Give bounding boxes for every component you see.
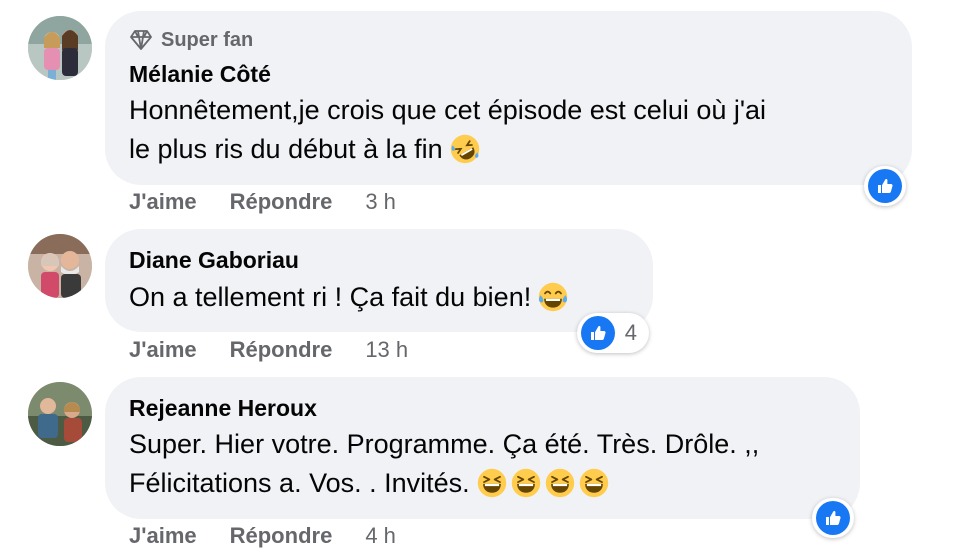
like-reaction-icon [868,169,902,203]
reaction-count: 4 [624,320,637,345]
comment-actions: J'aime Répondre 4 h [129,523,396,549]
comment-text-line-2: Félicitations a. Vos. . Invités. [129,467,610,499]
like-button[interactable]: J'aime [129,337,197,363]
avatar[interactable] [28,382,92,446]
avatar[interactable] [28,16,92,80]
comment-text-line-1: Honnêtement,je crois que cet épisode est… [129,95,766,126]
avatar-image [28,382,92,446]
rolling-on-floor-laughing-emoji-icon [449,133,481,165]
avatar[interactable] [28,234,92,298]
grinning-squinting-emoji-icon [476,467,508,499]
reply-button[interactable]: Répondre [230,523,333,549]
comment-author[interactable]: Diane Gaboriau [129,247,299,274]
comment-bubble: Super fan Mélanie Côté Honnêtement,je cr… [105,11,912,185]
reaction-summary[interactable]: 4 [577,313,649,353]
like-reaction-icon [816,501,850,535]
comment-text: On a tellement ri ! Ça fait du bien! [129,281,532,312]
comment-bubble: Diane Gaboriau On a tellement ri ! Ça fa… [105,229,653,332]
comment-text-line-1: On a tellement ri ! Ça fait du bien! [129,281,569,313]
comment-2: Diane Gaboriau On a tellement ri ! Ça fa… [0,228,966,368]
comment-text-line-1: Super. Hier votre. Programme. Ça été. Tr… [129,429,759,460]
comment-text-line-2: le plus ris du début à la fin [129,133,481,165]
comment-text: Félicitations a. Vos. . Invités. [129,467,470,498]
like-button[interactable]: J'aime [129,523,197,549]
avatar-image [28,234,92,298]
comment-author[interactable]: Rejeanne Heroux [129,395,317,422]
avatar-image [28,16,92,80]
like-button[interactable]: J'aime [129,189,197,215]
comment-timestamp[interactable]: 13 h [365,337,408,363]
comment-timestamp[interactable]: 4 h [365,523,396,549]
comment-text: le plus ris du début à la fin [129,133,443,164]
like-reaction-icon [581,316,615,350]
comment-author[interactable]: Mélanie Côté [129,61,271,88]
comment-actions: J'aime Répondre 3 h [129,189,396,215]
grinning-squinting-emoji-icon [510,467,542,499]
comment-actions: J'aime Répondre 13 h [129,337,408,363]
reply-button[interactable]: Répondre [230,337,333,363]
reaction-summary[interactable] [812,498,854,538]
comment-bubble: Rejeanne Heroux Super. Hier votre. Progr… [105,377,860,519]
grinning-squinting-emoji-icon [578,467,610,499]
grinning-squinting-emoji-icon [544,467,576,499]
comment-1: Super fan Mélanie Côté Honnêtement,je cr… [0,0,966,220]
comment-text: Super. Hier votre. Programme. Ça été. Tr… [129,429,760,459]
reply-button[interactable]: Répondre [230,189,333,215]
super-fan-badge[interactable]: Super fan [129,27,253,53]
comment-timestamp[interactable]: 3 h [365,189,396,215]
comment-3: Rejeanne Heroux Super. Hier votre. Progr… [0,376,966,558]
comment-text: Honnêtement,je crois que cet épisode est… [129,95,767,125]
reaction-summary[interactable] [864,166,906,206]
tears-of-joy-emoji-icon [537,281,569,313]
diamond-icon [130,30,152,50]
badge-label: Super fan [161,28,254,51]
